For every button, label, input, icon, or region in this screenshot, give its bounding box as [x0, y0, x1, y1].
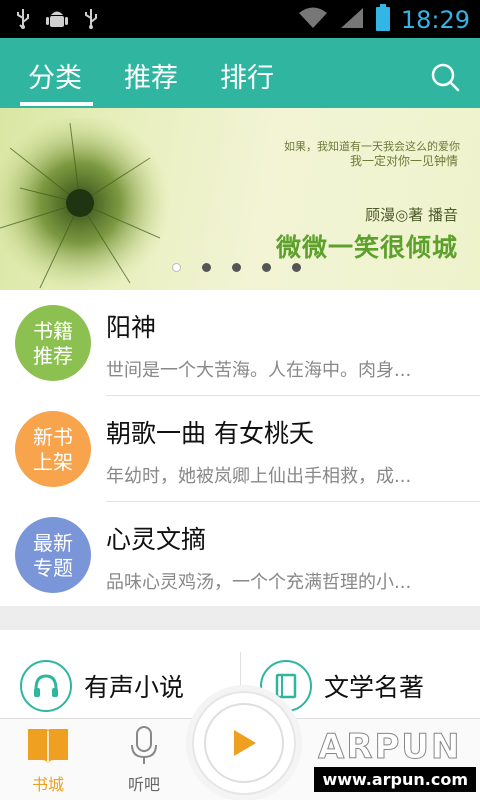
badge-text: 新书	[33, 425, 73, 449]
badge-latest-topics: 最新 专题	[15, 517, 91, 593]
usb-icon	[82, 8, 100, 34]
nav-listen[interactable]: 听吧	[104, 725, 184, 795]
bookstore-icon	[26, 729, 70, 769]
play-icon	[204, 703, 284, 783]
signal-icon	[339, 6, 365, 34]
search-icon[interactable]	[430, 62, 460, 92]
dandelion-illustration	[0, 118, 170, 290]
carousel-indicator	[172, 263, 301, 272]
battery-icon	[375, 4, 391, 36]
list-item[interactable]: 新书 上架 朝歌一曲 有女桃夭 年幼时，她被岚卿上仙出手相救，成...	[0, 396, 480, 502]
list-item-desc: 年幼时，她被岚卿上仙出手相救，成...	[106, 466, 412, 487]
badge-text: 推荐	[33, 344, 73, 368]
usb-icon	[14, 8, 32, 34]
watermark: www.arpun.com	[314, 767, 476, 792]
section-gap	[0, 606, 480, 630]
banner-title: 微微一笑很倾城	[275, 233, 458, 262]
headphones-icon	[20, 660, 72, 712]
wifi-icon	[297, 6, 329, 34]
badge-text: 专题	[33, 556, 73, 580]
nav-label: 书城	[31, 775, 64, 794]
category-literature-classics[interactable]: 文学名著	[260, 660, 424, 712]
category-label: 文学名著	[324, 673, 425, 702]
microphone-icon	[127, 726, 161, 769]
system-icons: 18:29	[297, 4, 470, 36]
active-tab-indicator	[20, 102, 93, 106]
watermark-logo: ARPUN	[317, 727, 462, 768]
list-item-desc: 世间是一个大苦海。人在海中。肉身...	[106, 360, 412, 381]
badge-new-books: 新书 上架	[15, 411, 91, 487]
carousel-dot[interactable]	[292, 263, 301, 272]
list-item-title: 朝歌一曲 有女桃夭	[106, 419, 314, 448]
bottom-navigation: 书城 听吧 ARPUN www.arpun.com	[0, 691, 480, 800]
status-bar: 18:29	[0, 0, 480, 38]
banner-tagline-2: 我一定对你一见钟情	[349, 154, 458, 168]
badge-text: 上架	[33, 450, 73, 474]
carousel-dot[interactable]	[172, 263, 181, 272]
featured-list: 书籍 推荐 阳神 世间是一个大苦海。人在海中。肉身... 新书 上架 朝歌一曲 …	[0, 290, 480, 606]
list-item[interactable]: 书籍 推荐 阳神 世间是一个大苦海。人在海中。肉身...	[0, 290, 480, 396]
carousel-dot[interactable]	[232, 263, 241, 272]
play-button[interactable]	[192, 691, 296, 795]
tab-category[interactable]: 分类	[28, 56, 82, 95]
carousel-dot[interactable]	[202, 263, 211, 272]
category-label: 有声小说	[84, 673, 185, 702]
notification-icons	[14, 8, 100, 34]
clock: 18:29	[400, 6, 470, 34]
badge-book-recommend: 书籍 推荐	[15, 305, 91, 381]
tab-recommend[interactable]: 推荐	[124, 56, 178, 95]
android-debug-icon	[46, 8, 68, 34]
carousel-dot[interactable]	[262, 263, 271, 272]
banner-author: 顾漫◎著 播音	[365, 206, 458, 224]
nav-label: 听吧	[127, 775, 160, 794]
list-item-desc: 品味心灵鸡汤，一个个充满哲理的小...	[106, 572, 412, 593]
tab-ranking[interactable]: 排行	[220, 56, 274, 95]
list-item[interactable]: 最新 专题 心灵文摘 品味心灵鸡汤，一个个充满哲理的小...	[0, 502, 480, 608]
badge-text: 书籍	[33, 319, 73, 343]
badge-text: 最新	[33, 531, 73, 555]
nav-bookstore[interactable]: 书城	[8, 725, 88, 795]
promo-banner[interactable]: 如果，我知道有一天我会这么的爱你 我一定对你一见钟情 顾漫◎著 播音 微微一笑很…	[0, 108, 480, 290]
list-item-title: 阳神	[106, 313, 157, 342]
list-item-title: 心灵文摘	[106, 525, 207, 554]
top-tab-bar: 分类 推荐 排行	[0, 38, 480, 108]
category-audio-novels[interactable]: 有声小说	[20, 660, 184, 712]
